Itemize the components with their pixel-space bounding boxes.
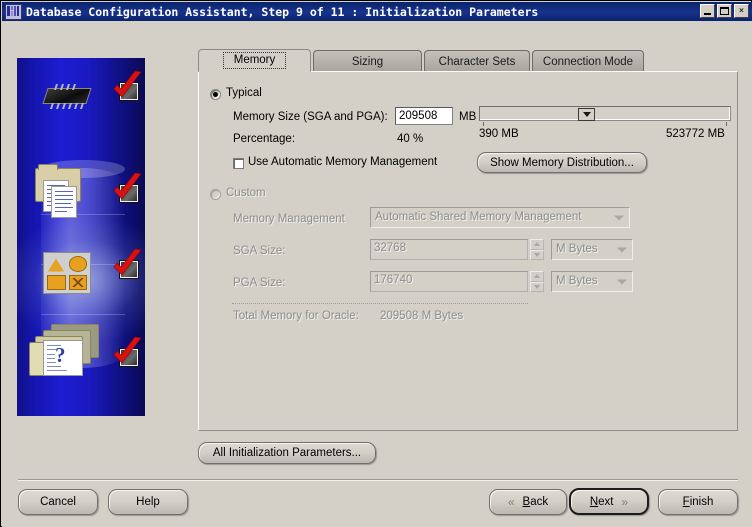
minimize-button[interactable]: [700, 4, 715, 18]
memory-size-slider[interactable]: [479, 106, 731, 128]
show-memory-distribution-button[interactable]: Show Memory Distribution...: [477, 152, 647, 173]
sga-size-input[interactable]: 32768: [370, 239, 528, 260]
back-button[interactable]: « Back: [489, 489, 567, 515]
pga-size-stepper[interactable]: [530, 271, 544, 292]
all-initialization-parameters-button[interactable]: All Initialization Parameters...: [198, 442, 376, 464]
finish-button[interactable]: Finish: [658, 489, 738, 515]
maximize-button[interactable]: [717, 4, 732, 18]
typical-radio[interactable]: [210, 89, 221, 100]
help-button[interactable]: Help: [108, 489, 188, 515]
red-check-icon: [113, 336, 142, 364]
illustration-step-1: [17, 70, 145, 128]
close-icon: ×: [738, 5, 745, 16]
dbca-window: Database Configuration Assistant, Step 9…: [0, 0, 752, 527]
wizard-illustration: ?: [17, 58, 145, 416]
pga-size-unit-select[interactable]: M Bytes: [551, 271, 633, 292]
tab-memory[interactable]: Memory: [198, 49, 311, 72]
title-bar: Database Configuration Assistant, Step 9…: [2, 2, 752, 21]
slider-tick-min: [483, 122, 484, 126]
memory-management-select[interactable]: Automatic Shared Memory Management: [370, 207, 630, 228]
finish-label: Finish: [682, 496, 714, 508]
stepper-down-icon[interactable]: [530, 249, 544, 260]
help-label: Help: [136, 496, 160, 508]
illustration-step-3: [17, 244, 145, 300]
slider-track[interactable]: [479, 106, 731, 121]
window-client-area: ? Memory Sizing Character Sets Connectio…: [2, 21, 752, 527]
percentage-value: 40 %: [397, 133, 424, 145]
sga-size-stepper[interactable]: [530, 239, 544, 260]
illustration-step-4: ?: [17, 322, 145, 392]
pga-size-input[interactable]: 176740: [370, 271, 528, 292]
all-initialization-parameters-label: All Initialization Parameters...: [212, 447, 362, 459]
chevron-down-icon: [614, 215, 624, 220]
back-label: Back: [522, 496, 549, 508]
tab-character-sets-label: Character Sets: [438, 55, 516, 68]
memory-tab-panel: Typical Memory Size (SGA and PGA): 20950…: [198, 71, 738, 431]
memory-chip-icon: [39, 84, 95, 110]
red-check-icon: [113, 248, 142, 276]
custom-radio[interactable]: [210, 189, 221, 200]
next-label: Next: [589, 495, 614, 508]
pga-size-unit-value: M Bytes: [556, 275, 598, 287]
total-memory-value: 209508 M Bytes: [380, 310, 464, 322]
memory-management-value: Automatic Shared Memory Management: [375, 211, 582, 223]
red-check-icon: [113, 172, 142, 200]
slider-thumb[interactable]: [578, 108, 595, 121]
auto-memory-management-checkbox[interactable]: [233, 158, 244, 169]
sga-size-label: SGA Size:: [233, 245, 286, 257]
memory-size-input[interactable]: 209508: [395, 107, 453, 125]
slider-tick-max: [726, 122, 727, 126]
window-controls: ×: [700, 4, 749, 18]
tab-memory-label: Memory: [222, 52, 287, 69]
percentage-label: Percentage:: [233, 133, 296, 145]
chevron-left-icon: «: [507, 495, 515, 509]
options-panel-icon: [43, 252, 91, 294]
red-check-icon: [113, 70, 142, 98]
next-button[interactable]: Next »: [569, 488, 649, 515]
tab-connection-mode-label: Connection Mode: [542, 55, 634, 68]
tab-sizing-label: Sizing: [351, 55, 384, 68]
chevron-down-icon: [617, 279, 627, 284]
memory-size-label: Memory Size (SGA and PGA):: [233, 111, 388, 123]
stepper-down-icon[interactable]: [530, 281, 544, 292]
cancel-label: Cancel: [40, 496, 76, 508]
pga-size-label: PGA Size:: [233, 277, 286, 289]
footer-separator: [18, 479, 738, 480]
show-memory-distribution-label: Show Memory Distribution...: [490, 156, 634, 169]
memory-management-label: Memory Management: [233, 213, 345, 225]
tab-sizing[interactable]: Sizing: [313, 50, 422, 72]
cancel-button[interactable]: Cancel: [18, 489, 98, 515]
documents-folder-icon: [31, 164, 101, 218]
folders-question-icon: ?: [27, 324, 103, 378]
database-icon: [5, 3, 22, 20]
window-title: Database Configuration Assistant, Step 9…: [26, 4, 539, 19]
custom-radio-label: Custom: [226, 187, 266, 199]
sga-size-unit-select[interactable]: M Bytes: [551, 239, 633, 260]
chevron-down-icon: [617, 247, 627, 252]
stepper-up-icon[interactable]: [530, 271, 544, 282]
custom-separator: [232, 303, 528, 304]
illustration-step-2: [17, 162, 145, 232]
stepper-up-icon[interactable]: [530, 239, 544, 250]
memory-size-unit-label: MB: [459, 111, 477, 123]
total-memory-label: Total Memory for Oracle:: [233, 310, 359, 322]
tab-character-sets[interactable]: Character Sets: [424, 50, 530, 72]
chevron-right-icon: »: [621, 494, 629, 509]
tab-connection-mode[interactable]: Connection Mode: [532, 50, 644, 72]
slider-max-label: 523772 MB: [666, 128, 725, 140]
slider-min-label: 390 MB: [479, 128, 519, 140]
tab-bar: Memory Sizing Character Sets Connection …: [198, 49, 738, 72]
typical-radio-label: Typical: [226, 87, 262, 99]
sga-size-unit-value: M Bytes: [556, 243, 598, 255]
auto-memory-management-label: Use Automatic Memory Management: [248, 156, 438, 168]
close-button[interactable]: ×: [734, 4, 749, 18]
